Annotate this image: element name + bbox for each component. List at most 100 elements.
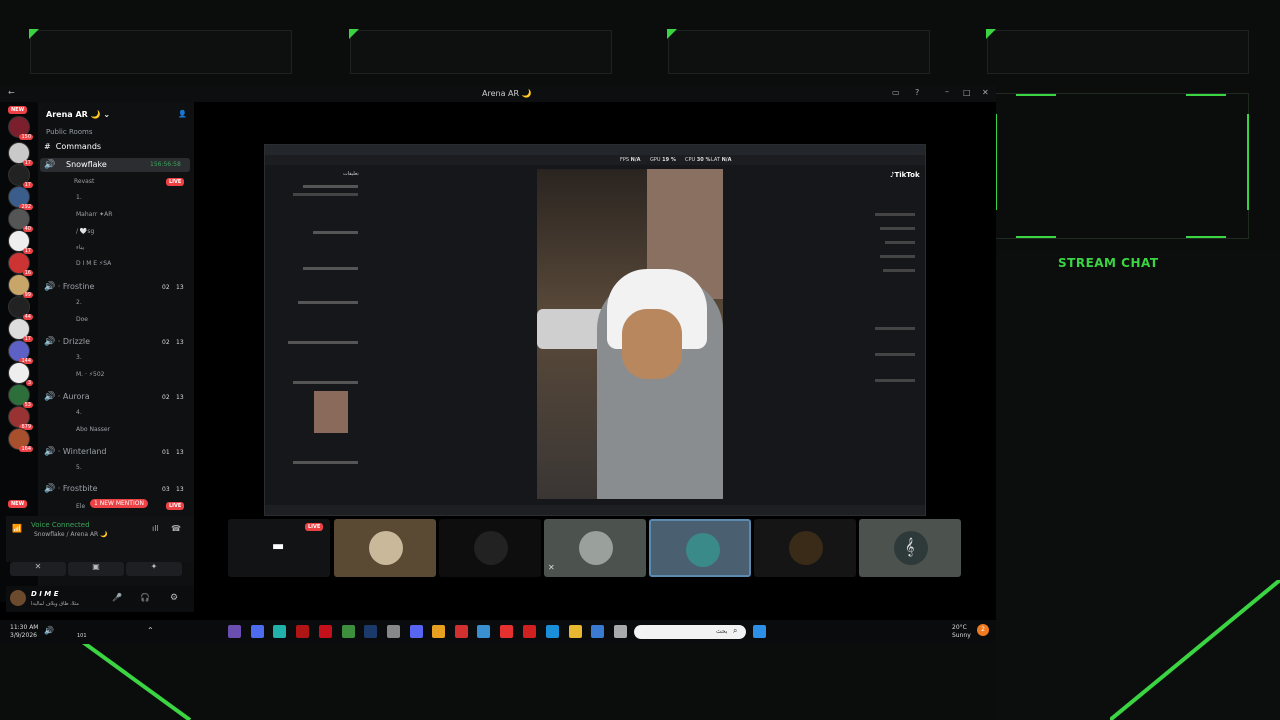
help-icon[interactable]: ?	[915, 88, 919, 97]
taskbar-search[interactable]: بحث ⌕	[634, 625, 746, 639]
channel-frostine[interactable]: 🔊 · Frostine	[44, 282, 94, 294]
tiktok-brand: ♪TikTok	[890, 171, 920, 179]
taskbar-app-icon[interactable]	[523, 625, 536, 638]
settings-icon[interactable]: ⚙	[170, 593, 178, 603]
add-member-icon[interactable]: 👤	[178, 110, 187, 118]
taskbar-app-icon[interactable]	[364, 625, 377, 638]
taskbar-app-icon[interactable]	[432, 625, 445, 638]
mention-badge[interactable]: 1 NEW MENTION	[90, 499, 148, 508]
activities-button[interactable]: ✦	[126, 562, 182, 576]
comments-list	[273, 181, 363, 481]
overlay-frame-3	[667, 29, 930, 74]
server-icon[interactable]: 53	[8, 384, 33, 408]
server-header[interactable]: Arena AR 🌙 ⌄	[46, 110, 110, 119]
member-sg[interactable]: / 🤍sg	[76, 228, 94, 240]
chevron-up-icon[interactable]: ⌃	[147, 626, 154, 635]
category-public-rooms[interactable]: Public Rooms	[46, 128, 93, 136]
taskbar-app-icon[interactable]	[569, 625, 582, 638]
headphones-icon[interactable]: 🎧	[140, 593, 150, 602]
taskbar-app-icon[interactable]	[296, 625, 309, 638]
member-yanaa[interactable]: يناء	[76, 244, 84, 256]
server-icon[interactable]: 99	[8, 274, 33, 298]
channel-drizzle[interactable]: 🔊 · Drizzle	[44, 337, 90, 349]
server-icon[interactable]: 144	[8, 340, 33, 364]
volume-icon[interactable]: 🔊	[44, 626, 54, 635]
minimize-button[interactable]: –	[945, 87, 949, 96]
back-arrow-icon[interactable]: ←	[8, 88, 15, 97]
server-icon[interactable]: 40	[8, 208, 33, 232]
weather-widget[interactable]: 20°C Sunny	[952, 624, 971, 640]
server-icon[interactable]: 17	[8, 230, 33, 254]
start-button[interactable]	[753, 625, 766, 638]
window-title: Arena AR 🌙	[482, 89, 532, 98]
member-m[interactable]: M. · ⚡502	[76, 371, 104, 383]
taskbar-app-icon[interactable]	[251, 625, 264, 638]
member-abo-nasser[interactable]: Abo Nasser	[76, 426, 110, 438]
voice-location[interactable]: Snowflake / Arena AR 🌙	[34, 531, 108, 538]
screen-share-button[interactable]: ▣	[68, 562, 124, 576]
tile-participant-speaking[interactable]	[649, 519, 751, 577]
user-name: D I M E	[31, 590, 59, 598]
camera-off-button[interactable]: ✕	[10, 562, 66, 576]
maximize-button[interactable]: □	[963, 88, 971, 97]
voice-waveform-icon[interactable]: ıll	[152, 524, 159, 533]
member-1[interactable]: 1.	[76, 194, 82, 206]
disconnect-icon[interactable]: ☎	[171, 524, 181, 533]
taskbar-app-icon[interactable]	[273, 625, 286, 638]
taskbar-app-icon[interactable]	[410, 625, 423, 638]
tile-participant[interactable]	[439, 519, 541, 577]
server-icon[interactable]: 879	[8, 406, 33, 430]
overlay-frame-2	[349, 29, 612, 74]
video-player[interactable]	[537, 169, 723, 499]
taskbar-app-icon[interactable]	[591, 625, 604, 638]
notification-badge[interactable]: 2	[977, 624, 989, 636]
close-button[interactable]: ✕	[982, 88, 989, 97]
server-icon[interactable]: 164	[8, 428, 33, 452]
taskbar-app-icon[interactable]	[319, 625, 332, 638]
member-2[interactable]: 2.	[76, 299, 82, 311]
taskbar-app-icon[interactable]	[455, 625, 468, 638]
channel-frostbite[interactable]: 🔊 · Frostbite	[44, 484, 98, 496]
overlay-frame-4	[986, 29, 1249, 74]
channel-aurora[interactable]: 🔊 · Aurora	[44, 392, 90, 404]
taskbar-app-icon[interactable]	[342, 625, 355, 638]
title-bar: ← Arena AR 🌙 ▭ ? – □ ✕	[0, 86, 996, 102]
tile-participant[interactable]	[754, 519, 856, 577]
inbox-icon[interactable]: ▭	[892, 88, 900, 97]
clock[interactable]: 11:30 AM 3/9/2026	[10, 624, 38, 640]
member-ele[interactable]: Ele	[76, 503, 85, 515]
comment-thumbnail	[314, 391, 348, 433]
taskbar-app-icon[interactable]	[477, 625, 490, 638]
avatar[interactable]	[10, 590, 26, 606]
microphone-icon[interactable]: 🎤	[112, 593, 122, 602]
server-icon[interactable]: 3	[8, 362, 33, 386]
server-icon[interactable]: 44	[8, 296, 33, 320]
member-4[interactable]: 4.	[76, 409, 82, 421]
server-icon[interactable]: 150	[8, 116, 33, 140]
member-doe[interactable]: Doe	[76, 316, 88, 328]
server-icon[interactable]: 17	[8, 318, 33, 342]
channel-commands[interactable]: # Commands	[44, 142, 101, 154]
signal-icon: 📶	[12, 524, 22, 533]
taskbar-app-icon[interactable]	[614, 625, 627, 638]
taskbar-app-icon[interactable]	[500, 625, 513, 638]
taskbar-app-icon[interactable]	[228, 625, 241, 638]
channel-winterland[interactable]: 🔊 · Winterland	[44, 447, 107, 459]
tile-participant[interactable]: 𝄞	[859, 519, 961, 577]
server-icon[interactable]: 292	[8, 186, 33, 210]
server-icon[interactable]: 17	[8, 142, 33, 166]
tile-participant[interactable]: ✕	[544, 519, 646, 577]
member-dime[interactable]: D I M E ⚡SA	[76, 260, 111, 272]
member-3[interactable]: 3.	[76, 354, 82, 366]
channel-snowflake[interactable]: 🔊 Snowflake 156:56:58	[40, 158, 190, 172]
member-maharr[interactable]: Maharr ✦AR	[76, 211, 112, 223]
taskbar-app-icon[interactable]	[387, 625, 400, 638]
taskbar-app-icon[interactable]	[546, 625, 559, 638]
tile-participant[interactable]	[334, 519, 436, 577]
member-revast[interactable]: Revast	[74, 178, 94, 190]
live-badge: LIVE	[166, 178, 185, 186]
server-icon[interactable]: 17	[8, 164, 33, 188]
member-5[interactable]: 5.	[76, 464, 82, 476]
shared-screen[interactable]: FPS N/A GPU 19 % CPU 30 % LAT N/A تعليقا…	[264, 144, 926, 516]
server-icon[interactable]: 16	[8, 252, 33, 276]
